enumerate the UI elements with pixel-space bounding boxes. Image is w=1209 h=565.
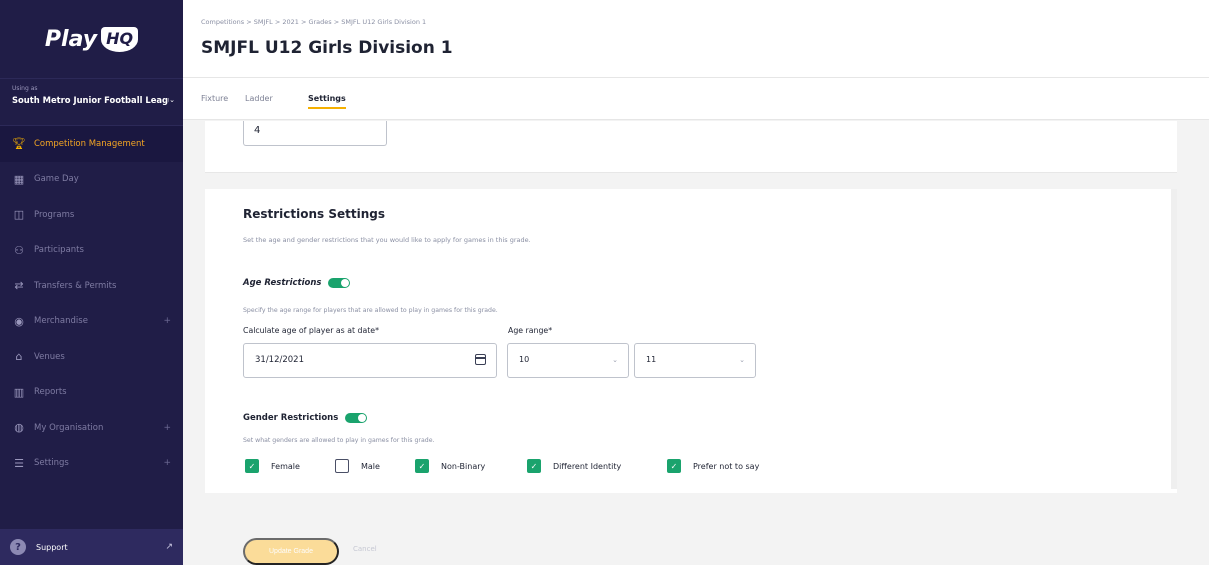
gender-restrictions-description: Set what genders are allowed to play in … [243, 437, 435, 444]
gender-option-label: Non-Binary [441, 461, 486, 471]
breadcrumb[interactable]: Competitions > SMJFL > 2021 > Grades > S… [201, 18, 426, 26]
gender-option-non-binary[interactable]: ✓ Non-Binary [415, 459, 485, 473]
gender-option-label: Female [271, 461, 300, 471]
help-icon: ? [10, 539, 26, 555]
section-description: Set the age and gender restrictions that… [243, 236, 531, 244]
sidebar-item-label: Transfers & Permits [34, 280, 117, 291]
sidebar-item-label: Participants [34, 245, 84, 256]
sidebar-item-merchandise[interactable]: ◉ Merchandise + [0, 304, 183, 340]
tab-fixture[interactable]: Fixture [201, 94, 228, 103]
sidebar-item-settings[interactable]: ☰ Settings + [0, 446, 183, 482]
checkbox-checked-icon[interactable]: ✓ [527, 459, 541, 473]
chevron-down-icon: ⌄ [169, 96, 175, 104]
gender-restrictions-heading: Gender Restrictions [243, 413, 368, 423]
sidebar-nav: 🏆︎ Competition Management ▦ Game Day ◫ P… [0, 126, 183, 481]
tab-ladder[interactable]: Ladder [245, 94, 273, 103]
gender-option-female[interactable]: ✓ Female [245, 459, 300, 473]
sidebar-item-venues[interactable]: ⌂ Venues [0, 339, 183, 375]
age-range-label: Age range* [508, 326, 553, 335]
gender-option-label: Male [361, 461, 380, 471]
sidebar-item-transfers-permits[interactable]: ⇄ Transfers & Permits [0, 268, 183, 304]
gender-option-male[interactable]: Male [335, 459, 380, 473]
page-header: Competitions > SMJFL > 2021 > Grades > S… [183, 0, 1209, 78]
org-label: Using as [12, 85, 38, 92]
chevron-down-icon: ⌄ [612, 356, 618, 364]
sidebar-item-label: Settings [34, 458, 69, 469]
external-link-icon: ↗ [165, 542, 173, 552]
sidebar-item-participants[interactable]: ⚇ Participants [0, 233, 183, 269]
sidebar-item-label: Competition Management [34, 138, 145, 149]
organisation-switcher[interactable]: Using as South Metro Junior Football Lea… [0, 78, 183, 126]
sidebar-item-game-day[interactable]: ▦ Game Day [0, 162, 183, 198]
age-date-value: 31/12/2021 [255, 355, 304, 365]
support-label: Support [36, 542, 68, 552]
sidebar-item-label: Venues [34, 351, 65, 362]
number-input[interactable]: 4 [243, 121, 387, 146]
scrollbar[interactable] [1171, 189, 1177, 489]
sidebar: Play HQ Using as South Metro Junior Foot… [0, 0, 183, 565]
age-restrictions-description: Specify the age range for players that a… [243, 307, 498, 314]
tab-settings[interactable]: Settings [308, 94, 346, 109]
logo-badge: HQ [101, 26, 139, 52]
chevron-down-icon: ⌄ [739, 356, 745, 364]
transfer-arrows-icon: ⇄ [14, 279, 24, 293]
restrictions-settings-card: Restrictions Settings Set the age and ge… [205, 189, 1177, 493]
update-grade-button[interactable]: Update Grade [243, 538, 339, 565]
sliders-icon: ☰ [14, 456, 24, 470]
expand-plus-icon: + [163, 422, 171, 433]
playhq-logo[interactable]: Play HQ [0, 0, 183, 78]
expand-plus-icon: + [163, 458, 171, 469]
org-name: South Metro Junior Football League [12, 95, 170, 105]
venue-icon: ⌂ [15, 350, 23, 364]
sidebar-item-my-organisation[interactable]: ◍ My Organisation + [0, 410, 183, 446]
sidebar-item-label: Merchandise [34, 316, 88, 327]
tab-bar: Fixture Ladder Settings [183, 78, 1209, 120]
checkbox-checked-icon[interactable]: ✓ [245, 459, 259, 473]
checkbox-unchecked-icon[interactable] [335, 459, 349, 473]
age-restrictions-heading: Age Restrictions [243, 278, 351, 288]
previous-settings-card: 4 [205, 121, 1177, 173]
gender-option-different-identity[interactable]: ✓ Different Identity [527, 459, 621, 473]
book-icon: ◫ [13, 208, 25, 222]
form-footer: Update Grade Cancel [205, 510, 1177, 565]
sidebar-item-label: Game Day [34, 174, 79, 185]
scoreboard-icon: ▦ [13, 172, 25, 186]
age-restrictions-title: Age Restrictions [243, 278, 322, 288]
age-range-to-select[interactable]: 11 ⌄ [634, 343, 756, 378]
age-range-from-select[interactable]: 10 ⌄ [507, 343, 629, 378]
gender-restrictions-toggle[interactable] [345, 413, 368, 423]
merchandise-icon: ◉ [14, 314, 24, 328]
sidebar-item-label: Reports [34, 387, 67, 398]
gender-option-prefer-not-to-say[interactable]: ✓ Prefer not to say [667, 459, 759, 473]
checkbox-checked-icon[interactable]: ✓ [415, 459, 429, 473]
sidebar-item-reports[interactable]: ▥ Reports [0, 375, 183, 411]
expand-plus-icon: + [163, 316, 171, 327]
gender-option-label: Different Identity [553, 461, 622, 471]
page-title: SMJFL U12 Girls Division 1 [201, 38, 453, 58]
cancel-button[interactable]: Cancel [353, 545, 377, 553]
gender-restrictions-title: Gender Restrictions [243, 413, 339, 423]
sidebar-item-competition-management[interactable]: 🏆︎ Competition Management [0, 126, 183, 162]
people-icon: ⚇ [14, 243, 24, 257]
sidebar-item-label: Programs [34, 209, 75, 220]
logo-text: Play [44, 26, 98, 52]
age-range-from-value: 10 [519, 355, 530, 364]
trophy-icon: 🏆︎ [12, 137, 26, 151]
support-button[interactable]: ? Support ↗ [0, 529, 183, 565]
age-range-to-value: 11 [646, 355, 657, 364]
sidebar-item-programs[interactable]: ◫ Programs [0, 197, 183, 233]
sidebar-item-label: My Organisation [34, 422, 104, 433]
age-restrictions-toggle[interactable] [328, 278, 351, 288]
calendar-icon[interactable] [475, 354, 486, 365]
date-field-label: Calculate age of player as at date* [243, 326, 379, 335]
age-date-input[interactable]: 31/12/2021 [243, 343, 497, 378]
section-title: Restrictions Settings [243, 207, 386, 221]
gender-option-label: Prefer not to say [693, 461, 760, 471]
checkbox-checked-icon[interactable]: ✓ [667, 459, 681, 473]
reports-icon: ▥ [13, 385, 25, 399]
globe-icon: ◍ [14, 421, 24, 435]
